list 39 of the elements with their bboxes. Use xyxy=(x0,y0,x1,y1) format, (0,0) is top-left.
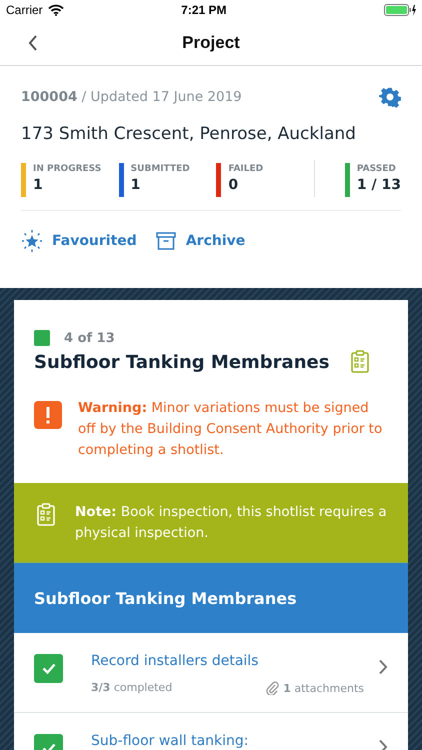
stat-value: 1 xyxy=(33,177,44,193)
clipboard-icon xyxy=(350,350,370,374)
clock-time: 7:21 PM xyxy=(180,3,228,17)
warning-message: Warning: Minor variations must be signed off by the Building Consent Authority prior to completing a shotlist. xyxy=(78,399,384,460)
stat-label: IN PROGRESS xyxy=(33,164,102,174)
favourite-button[interactable]: Favourited xyxy=(21,230,137,252)
project-meta: 100004 / Updated 17 June 2019 xyxy=(21,89,242,105)
checkmark-icon xyxy=(42,663,56,674)
checklist-item[interactable]: Record installers details 3/3 completed 1 attachments xyxy=(14,633,408,713)
warning-icon xyxy=(34,401,62,429)
archive-button[interactable]: Archive xyxy=(154,230,246,252)
item-title: Record installers details xyxy=(91,653,260,669)
checklist-item[interactable]: Sub-floor wall tanking: xyxy=(14,713,408,750)
back-icon[interactable] xyxy=(27,34,39,52)
chevron-right-icon xyxy=(378,659,388,675)
paperclip-icon xyxy=(265,681,280,695)
carrier-name: Carrier xyxy=(6,3,43,17)
progress-text: 3/3 completed xyxy=(91,681,172,695)
stat-value: 0 xyxy=(228,177,240,193)
section-title: Subfloor Tanking Membranes xyxy=(34,588,297,608)
stat-value: 1 xyxy=(130,177,142,193)
page-title: Project xyxy=(182,32,240,52)
stat-label: PASSED xyxy=(356,164,397,174)
settings-icon[interactable] xyxy=(379,86,401,108)
stat-value: 1 / 13 xyxy=(356,177,401,193)
archive-box-icon xyxy=(154,230,177,252)
battery-icon xyxy=(384,4,416,16)
stat-label: FAILED xyxy=(228,164,264,174)
item-title: Sub-floor wall tanking: xyxy=(91,733,250,749)
project-address: 173 Smith Crescent, Penrose, Auckland xyxy=(21,124,357,144)
star-icon xyxy=(21,230,43,252)
clipboard-icon xyxy=(36,503,56,527)
shotlist-title: Subfloor Tanking Membranes xyxy=(34,352,330,372)
wifi-icon xyxy=(48,4,64,16)
checkbox[interactable] xyxy=(34,654,63,683)
stat-label: SUBMITTED xyxy=(130,164,190,174)
attachments-count: 1 attachments xyxy=(283,682,364,694)
shotlist-position: 4 of 13 xyxy=(64,330,115,346)
note-message: Note: Book inspection, this shotlist requires a physical inspection. xyxy=(75,503,388,543)
